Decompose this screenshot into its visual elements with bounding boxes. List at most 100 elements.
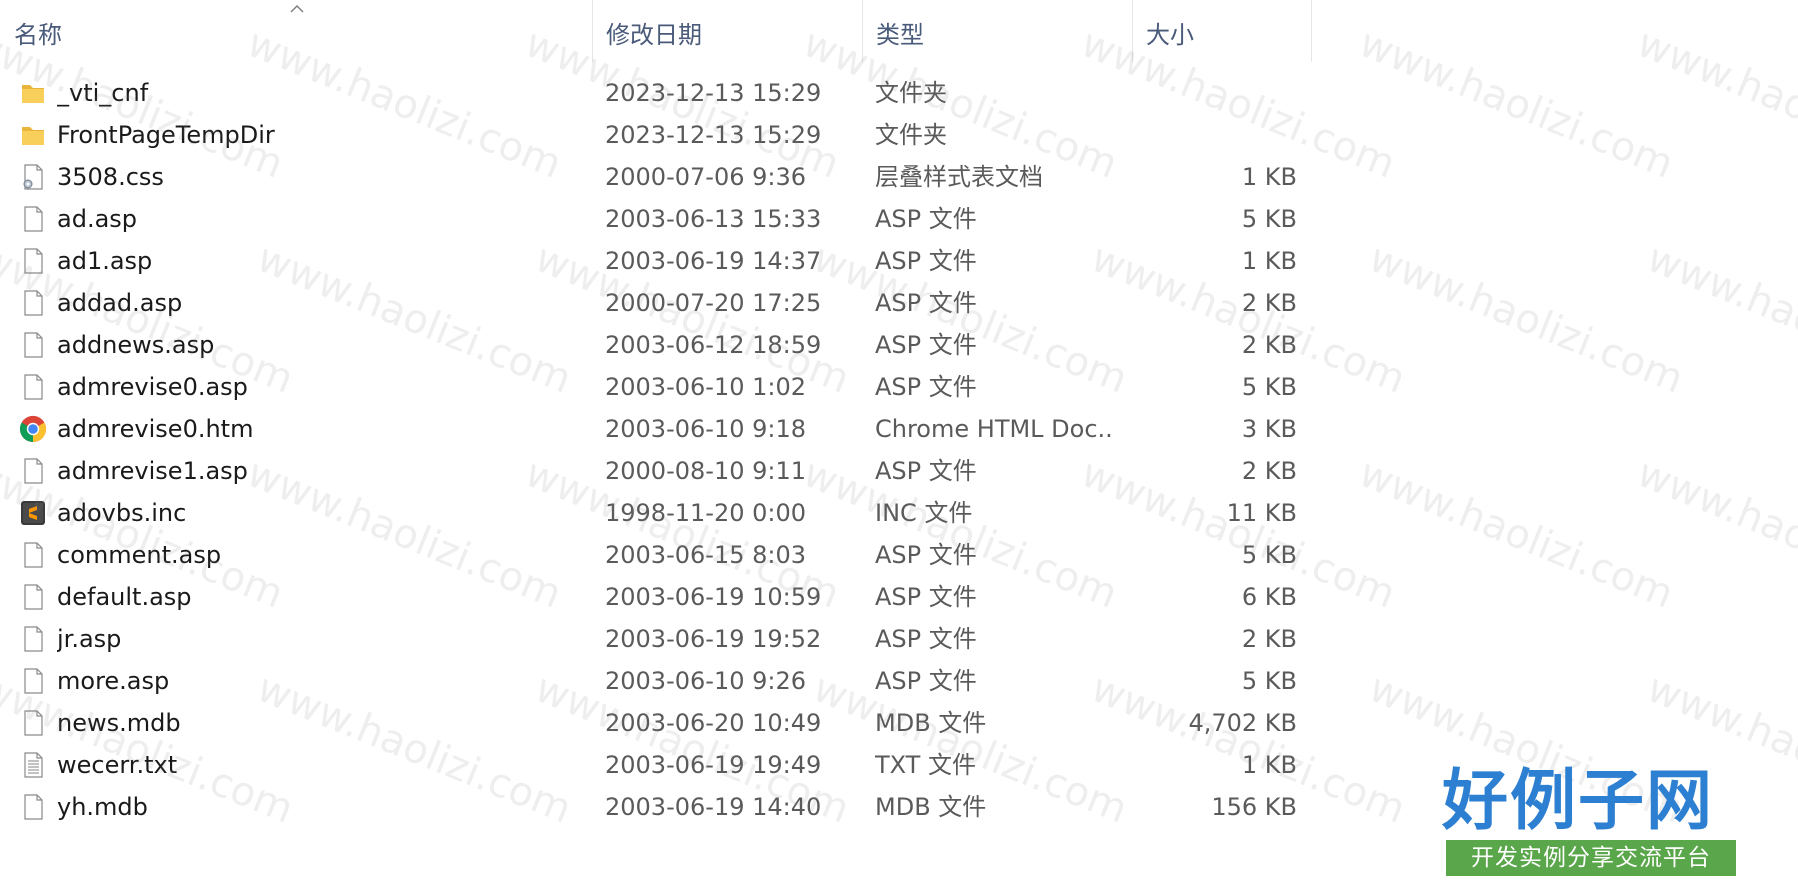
file-date-modified: 2003-06-10 9:18 xyxy=(605,415,806,443)
file-row[interactable]: adovbs.inc 1998-11-20 0:00 INC 文件 11 KB xyxy=(0,492,1312,534)
file-date-modified: 2003-06-13 15:33 xyxy=(605,205,822,233)
folder-icon xyxy=(16,114,50,156)
file-type: ASP 文件 xyxy=(875,247,977,275)
file-name: comment.asp xyxy=(57,541,222,569)
file-icon xyxy=(16,366,50,408)
file-row[interactable]: ad.asp 2003-06-13 15:33 ASP 文件 5 KB xyxy=(0,198,1312,240)
file-type: MDB 文件 xyxy=(875,709,987,737)
file-row[interactable]: admrevise0.asp 2003-06-10 1:02 ASP 文件 5 KB xyxy=(0,366,1312,408)
file-type: ASP 文件 xyxy=(875,373,977,401)
file-icon xyxy=(16,786,50,828)
file-size: 5 KB xyxy=(1241,373,1297,401)
file-date-modified: 2003-06-12 18:59 xyxy=(605,331,822,359)
file-icon xyxy=(16,660,50,702)
file-type: MDB 文件 xyxy=(875,793,987,821)
file-icon xyxy=(16,324,50,366)
file-date-modified: 2003-06-19 10:59 xyxy=(605,583,822,611)
file-icon xyxy=(16,282,50,324)
file-size: 1 KB xyxy=(1241,247,1297,275)
brand-title: 好例子网 xyxy=(1442,761,1714,839)
file-size: 6 KB xyxy=(1241,583,1297,611)
file-date-modified: 2003-06-19 14:37 xyxy=(605,247,822,275)
file-icon xyxy=(16,534,50,576)
file-size: 5 KB xyxy=(1241,667,1297,695)
file-name: wecerr.txt xyxy=(57,751,178,779)
file-row[interactable]: FrontPageTempDir 2023-12-13 15:29 文件夹 xyxy=(0,114,1312,156)
css-file-icon xyxy=(16,156,50,198)
brand-watermark: 好例子网 开发实例分享交流平台 xyxy=(1442,760,1742,878)
file-row[interactable]: more.asp 2003-06-10 9:26 ASP 文件 5 KB xyxy=(0,660,1312,702)
file-size: 156 KB xyxy=(1211,793,1297,821)
sublime-icon xyxy=(16,492,50,534)
file-type: ASP 文件 xyxy=(875,205,977,233)
file-row[interactable]: default.asp 2003-06-19 10:59 ASP 文件 6 KB xyxy=(0,576,1312,618)
file-icon xyxy=(16,576,50,618)
file-type: ASP 文件 xyxy=(875,583,977,611)
file-name: 3508.css xyxy=(57,163,164,191)
file-date-modified: 2023-12-13 15:29 xyxy=(605,121,822,149)
file-row[interactable]: yh.mdb 2003-06-19 14:40 MDB 文件 156 KB xyxy=(0,786,1312,828)
file-type: ASP 文件 xyxy=(875,667,977,695)
file-size: 4,702 KB xyxy=(1188,709,1297,737)
file-name: addad.asp xyxy=(57,289,183,317)
file-icon xyxy=(16,198,50,240)
file-icon xyxy=(16,702,50,744)
file-type: TXT 文件 xyxy=(875,751,976,779)
file-size: 3 KB xyxy=(1241,415,1297,443)
file-row[interactable]: admrevise0.htm 2003-06-10 9:18 Chrome HTML… xyxy=(0,408,1312,450)
file-row[interactable]: jr.asp 2003-06-19 19:52 ASP 文件 2 KB xyxy=(0,618,1312,660)
file-row[interactable]: comment.asp 2003-06-15 8:03 ASP 文件 5 KB xyxy=(0,534,1312,576)
file-date-modified: 2003-06-20 10:49 xyxy=(605,709,822,737)
file-date-modified: 2000-07-20 17:25 xyxy=(605,289,822,317)
file-date-modified: 2000-08-10 9:11 xyxy=(605,457,806,485)
column-header-type[interactable]: 类型 xyxy=(862,0,1132,62)
file-type: ASP 文件 xyxy=(875,541,977,569)
file-row[interactable]: news.mdb 2003-06-20 10:49 MDB 文件 4,702 KB xyxy=(0,702,1312,744)
file-size: 1 KB xyxy=(1241,751,1297,779)
file-name: yh.mdb xyxy=(57,793,148,821)
file-name: jr.asp xyxy=(57,625,122,653)
file-icon xyxy=(16,450,50,492)
file-row[interactable]: ad1.asp 2003-06-19 14:37 ASP 文件 1 KB xyxy=(0,240,1312,282)
file-name: admrevise0.htm xyxy=(57,415,254,443)
file-name: addnews.asp xyxy=(57,331,215,359)
file-name: admrevise0.asp xyxy=(57,373,248,401)
file-date-modified: 1998-11-20 0:00 xyxy=(605,499,806,527)
file-row[interactable]: addad.asp 2000-07-20 17:25 ASP 文件 2 KB xyxy=(0,282,1312,324)
file-explorer-details-view: 名称 修改日期 类型 大小 _vti_cnf 2023-12-13 15:29 文件… xyxy=(0,0,1798,888)
file-size: 5 KB xyxy=(1241,541,1297,569)
file-date-modified: 2003-06-10 1:02 xyxy=(605,373,806,401)
file-type: 文件夹 xyxy=(875,121,947,149)
file-type: ASP 文件 xyxy=(875,331,977,359)
file-name: more.asp xyxy=(57,667,170,695)
file-date-modified: 2003-06-19 19:52 xyxy=(605,625,822,653)
file-row[interactable]: _vti_cnf 2023-12-13 15:29 文件夹 xyxy=(0,72,1312,114)
folder-icon xyxy=(16,72,50,114)
file-icon xyxy=(16,618,50,660)
file-name: adovbs.inc xyxy=(57,499,187,527)
file-size: 2 KB xyxy=(1241,625,1297,653)
file-type: ASP 文件 xyxy=(875,289,977,317)
column-header-size[interactable]: 大小 xyxy=(1132,0,1312,62)
file-list: _vti_cnf 2023-12-13 15:29 文件夹 FrontPageTemp… xyxy=(0,72,1798,828)
file-name: admrevise1.asp xyxy=(57,457,248,485)
file-row[interactable]: addnews.asp 2003-06-12 18:59 ASP 文件 2 KB xyxy=(0,324,1312,366)
file-type: INC 文件 xyxy=(875,499,973,527)
file-type: ASP 文件 xyxy=(875,625,977,653)
file-size: 11 KB xyxy=(1226,499,1297,527)
column-header-date-modified[interactable]: 修改日期 xyxy=(592,0,862,62)
file-date-modified: 2003-06-15 8:03 xyxy=(605,541,806,569)
text-file-icon xyxy=(16,744,50,786)
file-row[interactable]: 3508.css 2000-07-06 9:36 层叠样式表文档 1 KB xyxy=(0,156,1312,198)
file-type: Chrome HTML Doc... xyxy=(875,415,1115,443)
file-name: ad1.asp xyxy=(57,247,153,275)
file-name: ad.asp xyxy=(57,205,138,233)
file-size: 2 KB xyxy=(1241,331,1297,359)
file-type: 文件夹 xyxy=(875,79,947,107)
file-name: news.mdb xyxy=(57,709,181,737)
file-name: FrontPageTempDir xyxy=(57,121,275,149)
file-row[interactable]: wecerr.txt 2003-06-19 19:49 TXT 文件 1 KB xyxy=(0,744,1312,786)
file-size xyxy=(1130,114,1297,156)
file-row[interactable]: admrevise1.asp 2000-08-10 9:11 ASP 文件 2 KB xyxy=(0,450,1312,492)
file-type: 层叠样式表文档 xyxy=(875,163,1043,191)
